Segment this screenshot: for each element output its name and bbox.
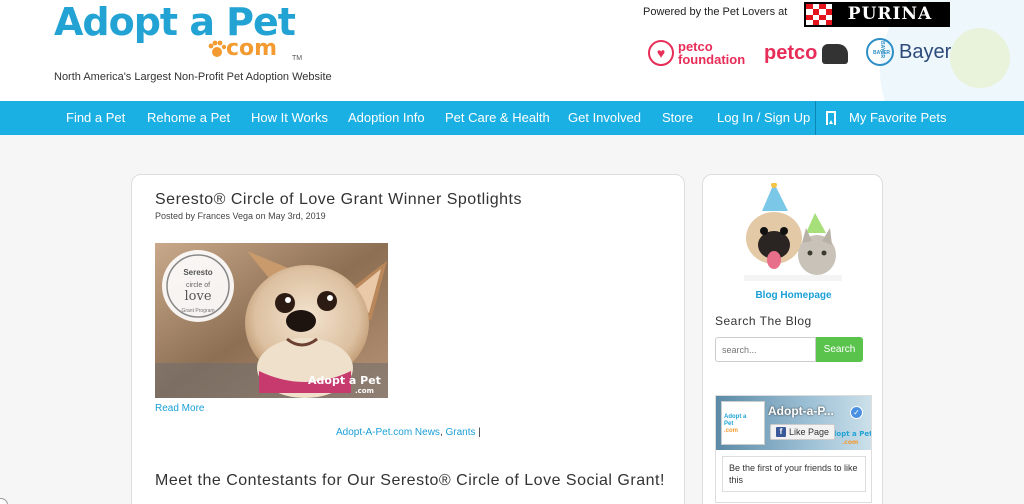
nav-log-in-sign-up[interactable]: Log In / Sign Up bbox=[717, 101, 810, 135]
bayer-logo[interactable]: BAYER BAYER Bayer bbox=[866, 38, 951, 66]
read-more-link[interactable]: Read More bbox=[155, 403, 204, 414]
post-title[interactable]: Seresto® Circle of Love Grant Winner Spo… bbox=[155, 191, 522, 209]
purina-logo[interactable]: PURINA bbox=[804, 2, 950, 27]
nav-divider bbox=[815, 101, 816, 135]
nav-get-involved[interactable]: Get Involved bbox=[568, 101, 641, 135]
post-tags: Adopt-A-Pet.com News, Grants | bbox=[336, 427, 481, 438]
facebook-friends-text: Be the first of your friends to like thi… bbox=[722, 456, 866, 492]
seresto-badge: Seresto circle of love Grant Program bbox=[162, 250, 234, 322]
facebook-icon: f bbox=[776, 427, 786, 437]
nav-store[interactable]: Store bbox=[662, 101, 693, 135]
nav-find-a-pet[interactable]: Find a Pet bbox=[66, 101, 125, 135]
post-meta: Posted by Frances Vega on May 3rd, 2019 bbox=[155, 211, 326, 221]
facebook-page-name[interactable]: Adopt-a-P... bbox=[768, 404, 846, 418]
heart-icon: ♥ bbox=[648, 40, 674, 66]
facebook-page-thumbnail[interactable]: Adopt a Pet .com bbox=[721, 401, 765, 445]
blog-homepage-link[interactable]: Blog Homepage bbox=[703, 290, 884, 301]
logo-trademark: TM bbox=[292, 55, 303, 62]
like-page-label: Like Page bbox=[789, 427, 830, 437]
blog-search-input[interactable] bbox=[715, 337, 816, 362]
nav-adoption-info[interactable]: Adoption Info bbox=[348, 101, 425, 135]
svg-text:Grant Program: Grant Program bbox=[181, 308, 214, 314]
petco-logo[interactable]: petco bbox=[764, 42, 817, 65]
nav-pet-care-health[interactable]: Pet Care & Health bbox=[445, 101, 550, 135]
purina-wordmark: PURINA bbox=[832, 4, 948, 25]
facebook-page-widget: Adopt a Pet .com Adopt a Pet .com Adopt-… bbox=[715, 395, 872, 503]
decorative-circle bbox=[950, 28, 1010, 88]
petco-foundation-logo[interactable]: ♥ petco foundation bbox=[648, 40, 745, 66]
svg-text:Adopt a Pet: Adopt a Pet bbox=[308, 374, 381, 387]
pug-and-kitten-image bbox=[744, 183, 842, 281]
bayer-wordmark: Bayer bbox=[899, 40, 952, 63]
bayer-cross-icon: BAYER BAYER bbox=[866, 38, 894, 66]
site-header: Adopt a Pet com TM North America's Large… bbox=[0, 0, 1024, 101]
paw-icon bbox=[208, 40, 226, 57]
svg-text:love: love bbox=[184, 289, 211, 304]
blog-posts-panel: Seresto® Circle of Love Grant Winner Spo… bbox=[131, 174, 685, 504]
svg-text:Seresto: Seresto bbox=[183, 268, 212, 277]
logo-dotcom: com bbox=[226, 36, 278, 61]
nav-rehome-a-pet[interactable]: Rehome a Pet bbox=[147, 101, 230, 135]
verified-icon: ✓ bbox=[850, 406, 863, 419]
petco-foundation-line2: foundation bbox=[678, 52, 746, 67]
tag-link-grants[interactable]: Grants bbox=[446, 427, 476, 438]
main-navigation: Find a Pet Rehome a Pet How It Works Ado… bbox=[0, 101, 1024, 135]
search-button[interactable]: Search bbox=[816, 337, 863, 362]
svg-text:.com: .com bbox=[355, 387, 374, 395]
svg-text:.com: .com bbox=[842, 439, 858, 446]
post-title[interactable]: Meet the Contestants for Our Seresto® Ci… bbox=[155, 471, 665, 490]
tagline: North America's Largest Non-Profit Pet A… bbox=[54, 71, 332, 83]
petco-dog-icon bbox=[822, 44, 848, 64]
chihuahua-photo: Seresto circle of love Grant Program Ado… bbox=[155, 243, 388, 398]
nav-my-favorite-pets[interactable]: My Favorite Pets bbox=[849, 101, 947, 135]
search-heading: Search The Blog bbox=[715, 314, 812, 328]
powered-by-text: Powered by the Pet Lovers at bbox=[643, 6, 788, 18]
facebook-like-page-button[interactable]: f Like Page bbox=[770, 424, 836, 440]
main-content: Seresto® Circle of Love Grant Winner Spo… bbox=[0, 135, 1024, 504]
blog-sidebar: Blog Homepage Search The Blog Search Ado… bbox=[702, 174, 883, 504]
post-featured-image[interactable]: Seresto circle of love Grant Program Ado… bbox=[155, 243, 388, 398]
site-logo[interactable]: Adopt a Pet com TM bbox=[54, 0, 314, 66]
nav-how-it-works[interactable]: How It Works bbox=[251, 101, 328, 135]
bookmark-icon[interactable] bbox=[826, 111, 836, 125]
svg-text:circle of: circle of bbox=[186, 282, 210, 289]
purina-checkerboard bbox=[806, 4, 832, 25]
tag-link-news[interactable]: Adopt-A-Pet.com News bbox=[336, 427, 440, 438]
